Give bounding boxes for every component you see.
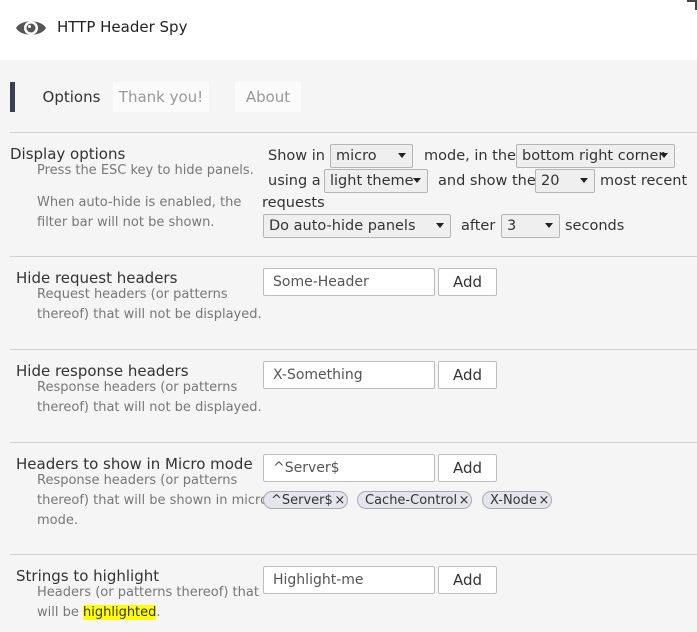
app-title: HTTP Header Spy — [57, 18, 188, 36]
section-description: Request headers (or patterns — [37, 287, 228, 302]
seconds-label: seconds — [565, 218, 625, 234]
corner-select-value: bottom right corner — [522, 148, 665, 164]
add-request-header-button[interactable]: Add — [438, 268, 497, 296]
section-description: Response headers (or patterns — [37, 473, 238, 488]
using-a-label: using a — [268, 173, 321, 189]
tag-label: X-Node — [490, 493, 537, 508]
chevron-down-icon — [580, 178, 588, 183]
count-select[interactable]: 20 — [535, 169, 595, 193]
tab-options[interactable]: Options — [10, 82, 110, 112]
remove-tag-icon[interactable]: × — [457, 492, 471, 509]
seconds-select-value: 3 — [507, 218, 517, 234]
section-description: thereof) that will be shown in micro — [37, 493, 269, 508]
display-options-section: Display options Press the ESC key to hid… — [10, 132, 697, 257]
count-select-value: 20 — [541, 173, 560, 189]
section-description: filter bar will not be shown. — [37, 215, 215, 230]
chevron-down-icon — [413, 178, 421, 183]
tab-thank-you[interactable]: Thank you! — [113, 82, 209, 112]
autohide-select-value: Do auto-hide panels — [269, 218, 416, 234]
highlight-input[interactable]: Highlight-me — [263, 566, 435, 594]
after-label: after — [461, 218, 496, 234]
requests-label: requests — [262, 195, 325, 211]
remove-tag-icon[interactable]: × — [537, 492, 551, 509]
tag-label: ^Server$ — [271, 493, 333, 508]
eye-icon — [16, 21, 46, 35]
app-header: HTTP Header Spy — [0, 0, 697, 60]
description-prefix: will be — [37, 605, 79, 620]
add-response-header-button[interactable]: Add — [438, 361, 497, 389]
hide-response-section: Hide response headers Response headers (… — [10, 349, 697, 443]
section-description: will be highlighted. — [37, 603, 161, 623]
section-description: Press the ESC key to hide panels. — [37, 163, 254, 178]
tag-label: Cache-Control — [365, 493, 458, 508]
corner-select[interactable]: bottom right corner — [516, 144, 675, 168]
header-tag: ^Server$ × — [263, 491, 348, 509]
remove-tag-icon[interactable]: × — [333, 492, 347, 509]
section-description: Headers (or patterns thereof) that — [37, 585, 259, 600]
hide-request-input[interactable]: Some-Header — [263, 268, 435, 296]
section-description: thereof) that will not be displayed. — [37, 400, 262, 415]
micro-header-input[interactable]: ^Server$ — [263, 454, 435, 482]
tab-about[interactable]: About — [235, 82, 301, 112]
chevron-down-icon — [545, 223, 553, 228]
theme-select[interactable]: light theme — [324, 169, 428, 193]
chevron-down-icon — [660, 153, 668, 158]
add-micro-header-button[interactable]: Add — [438, 454, 497, 482]
hide-response-input[interactable]: X-Something — [263, 361, 435, 389]
hide-request-section: Hide request headers Request headers (or… — [10, 256, 697, 350]
section-description: thereof) that will not be displayed. — [37, 307, 262, 322]
autohide-select[interactable]: Do auto-hide panels — [263, 214, 451, 238]
theme-select-value: light theme — [330, 173, 414, 189]
micro-mode-section: Headers to show in Micro mode Response h… — [10, 442, 697, 555]
highlighted-sample: highlighted — [83, 605, 157, 620]
chevron-down-icon — [398, 153, 406, 158]
add-highlight-button[interactable]: Add — [438, 566, 497, 594]
seconds-select[interactable]: 3 — [501, 214, 560, 238]
header-tag: X-Node × — [482, 491, 552, 509]
chevron-down-icon — [436, 223, 444, 228]
and-show-the-label: and show the — [438, 173, 536, 189]
section-description: When auto-hide is enabled, the — [37, 195, 242, 210]
description-suffix: . — [156, 605, 161, 620]
section-description: Response headers (or patterns — [37, 380, 238, 395]
mode-select-value: micro — [336, 148, 377, 164]
highlight-section: Strings to highlight Headers (or pattern… — [10, 554, 697, 632]
header-tag: Cache-Control × — [357, 491, 473, 509]
corner-handle — [687, 0, 697, 10]
show-in-label: Show in — [268, 148, 325, 164]
mode-in-the-label: mode, in the — [424, 148, 516, 164]
mode-select[interactable]: micro — [330, 144, 413, 168]
section-description: mode. — [37, 513, 78, 528]
most-recent-label: most recent — [600, 173, 688, 189]
